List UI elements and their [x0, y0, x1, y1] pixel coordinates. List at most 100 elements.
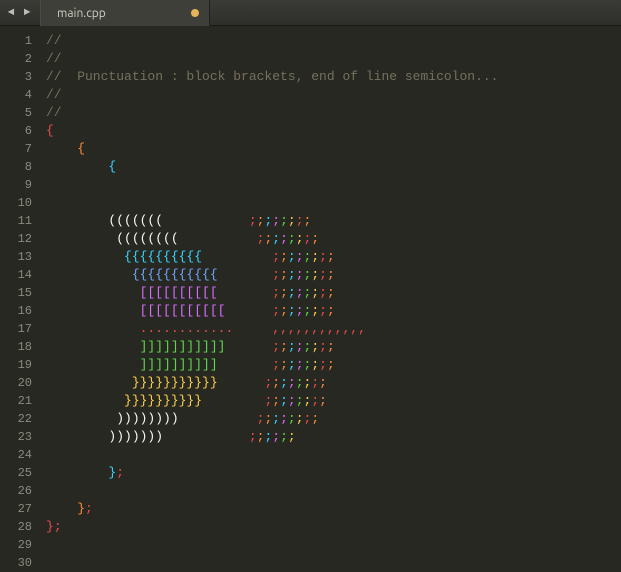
line-number: 15 — [0, 284, 32, 302]
token: ; — [311, 267, 319, 282]
token: ; — [327, 303, 335, 318]
token: ; — [296, 267, 304, 282]
token: ; — [319, 339, 327, 354]
token: ; — [288, 303, 296, 318]
line-number: 4 — [0, 86, 32, 104]
line-number: 24 — [0, 446, 32, 464]
code-line — [46, 194, 621, 212]
token: ; — [249, 429, 257, 444]
token: ; — [311, 231, 319, 246]
token: ; — [280, 429, 288, 444]
token: ; — [288, 429, 296, 444]
code-line: ]]]]]]]]]] ;;;;;;;; — [46, 356, 621, 374]
token: ; — [311, 249, 319, 264]
token: ; — [272, 357, 280, 372]
line-number: 30 — [0, 554, 32, 572]
code-line: }; — [46, 518, 621, 536]
dirty-indicator-icon — [191, 9, 199, 17]
token: ; — [54, 519, 62, 534]
token: ))))))) — [108, 429, 163, 444]
token: ; — [327, 357, 335, 372]
token: ; — [319, 303, 327, 318]
token: ; — [280, 285, 288, 300]
token: ; — [319, 393, 327, 408]
code-area[interactable]: ////// Punctuation : block brackets, end… — [40, 26, 621, 568]
line-number: 17 — [0, 320, 32, 338]
code-line: }; — [46, 500, 621, 518]
line-number: 25 — [0, 464, 32, 482]
token: ; — [296, 285, 304, 300]
token: ; — [288, 231, 296, 246]
token: ; — [272, 303, 280, 318]
line-number: 13 — [0, 248, 32, 266]
code-line: // — [46, 50, 621, 68]
token: ; — [272, 429, 280, 444]
token: ; — [327, 267, 335, 282]
token: ; — [280, 267, 288, 282]
token: ; — [280, 393, 288, 408]
line-number: 27 — [0, 500, 32, 518]
comment-text: // Punctuation : block brackets, end of … — [46, 69, 498, 84]
line-number: 3 — [0, 68, 32, 86]
comment-text: // — [46, 51, 62, 66]
token — [202, 249, 272, 264]
token: ]]]]]]]]]] — [140, 357, 218, 372]
tab-prev-icon[interactable]: ◄ — [4, 6, 18, 20]
token: ; — [296, 411, 304, 426]
token — [179, 411, 257, 426]
comment-text: // — [46, 105, 62, 120]
token: ; — [311, 393, 319, 408]
token — [163, 429, 249, 444]
token: ; — [296, 375, 304, 390]
token: ; — [272, 285, 280, 300]
token: { — [46, 123, 54, 138]
token: ; — [280, 357, 288, 372]
token: ; — [272, 231, 280, 246]
token — [218, 357, 273, 372]
token: ; — [327, 249, 335, 264]
token: ; — [272, 411, 280, 426]
code-line: [[[[[[[[[[[ ;;;;;;;; — [46, 302, 621, 320]
token: ; — [319, 249, 327, 264]
token: )))))))) — [116, 411, 178, 426]
line-number: 6 — [0, 122, 32, 140]
file-tab[interactable]: main.cpp — [40, 0, 210, 26]
line-number: 2 — [0, 50, 32, 68]
code-line — [46, 446, 621, 464]
token: ; — [311, 357, 319, 372]
token: ; — [319, 375, 327, 390]
token: ; — [280, 375, 288, 390]
token: ; — [280, 249, 288, 264]
token: ; — [272, 213, 280, 228]
token: {{{{{{{{{{ — [124, 249, 202, 264]
line-number: 20 — [0, 374, 32, 392]
line-number: 26 — [0, 482, 32, 500]
token: ; — [280, 303, 288, 318]
token: ; — [304, 213, 312, 228]
code-line — [46, 536, 621, 554]
tab-next-icon[interactable]: ► — [20, 6, 34, 20]
line-number: 5 — [0, 104, 32, 122]
code-line: ))))))) ;;;;;; — [46, 428, 621, 446]
token: ; — [296, 213, 304, 228]
code-line: // — [46, 32, 621, 50]
token: }}}}}}}}}}} — [132, 375, 218, 390]
token — [218, 285, 273, 300]
line-number: 10 — [0, 194, 32, 212]
token: ; — [288, 393, 296, 408]
token: ; — [249, 213, 257, 228]
line-number: 16 — [0, 302, 32, 320]
token: ; — [288, 357, 296, 372]
token: ; — [272, 249, 280, 264]
code-line: }}}}}}}}}} ;;;;;;;; — [46, 392, 621, 410]
line-number: 19 — [0, 356, 32, 374]
token: ; — [272, 339, 280, 354]
token: ; — [272, 375, 280, 390]
line-number: 11 — [0, 212, 32, 230]
code-line: )))))))) ;;;;;;;; — [46, 410, 621, 428]
token: { — [108, 159, 116, 174]
token: ; — [311, 411, 319, 426]
code-line: { — [46, 122, 621, 140]
token: ; — [288, 249, 296, 264]
token: ; — [296, 339, 304, 354]
